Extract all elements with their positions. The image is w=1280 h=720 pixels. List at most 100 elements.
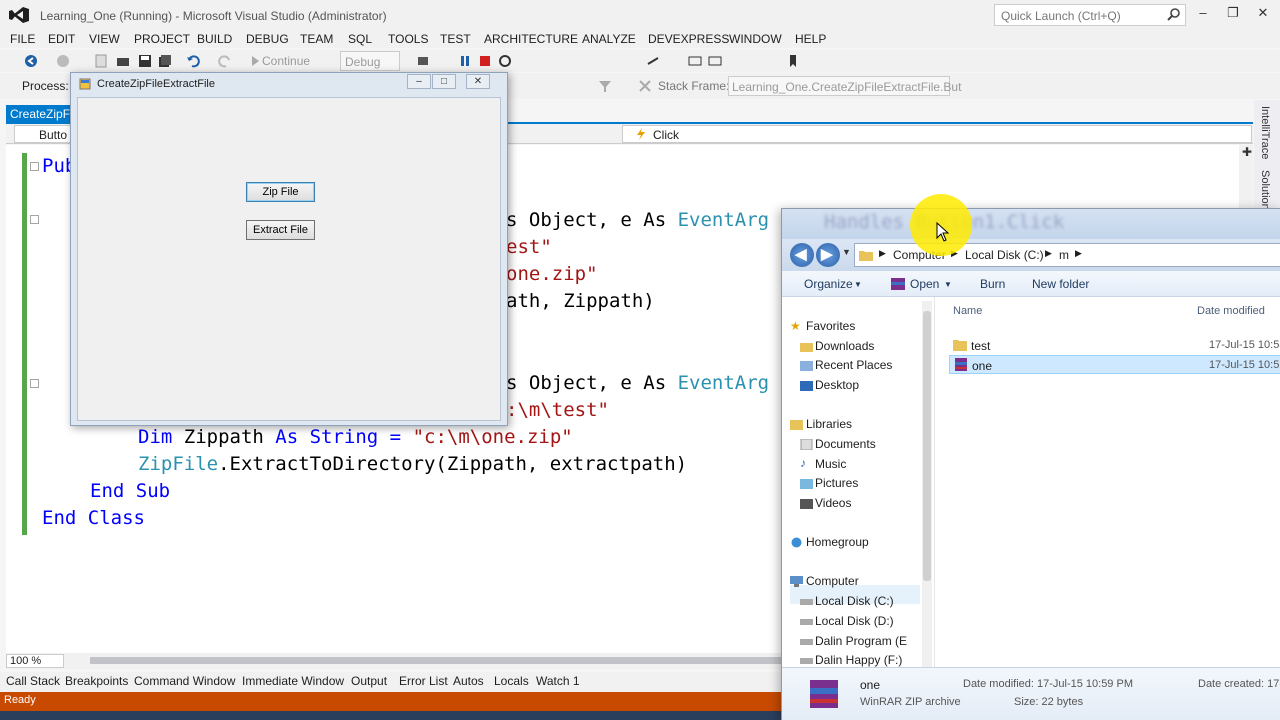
menu-file[interactable]: FILE [10, 32, 35, 46]
outline-collapse-icon[interactable] [30, 379, 39, 388]
tab-watch-1[interactable]: Watch 1 [536, 674, 580, 688]
menu-tools[interactable]: TOOLS [388, 32, 428, 46]
nav-music[interactable]: Music [815, 457, 846, 471]
attach-icon[interactable] [416, 54, 430, 68]
outline-collapse-icon[interactable] [30, 162, 39, 171]
save-icon[interactable] [138, 54, 152, 68]
save-all-icon[interactable] [158, 54, 172, 68]
nav-libraries[interactable]: Libraries [806, 417, 852, 431]
breadcrumb-separator-icon[interactable]: ▶ [879, 248, 886, 259]
break-all-icon[interactable] [458, 54, 472, 68]
file-row-one[interactable]: one 17-Jul-15 10:59 [949, 355, 1280, 374]
explorer-title-bar[interactable]: Handles Button1.Click [782, 209, 1280, 239]
navigate-back-icon[interactable] [24, 54, 38, 68]
redo-icon[interactable] [218, 54, 232, 68]
tab-breakpoints[interactable]: Breakpoints [65, 674, 128, 688]
menu-project[interactable]: PROJECT [134, 32, 190, 46]
solution-configuration-select[interactable]: Debug [340, 51, 400, 71]
menu-devexpress[interactable]: DEVEXPRESS [648, 32, 729, 46]
menu-sql[interactable]: SQL [348, 32, 372, 46]
file-row-test[interactable]: test 17-Jul-15 10:58 [949, 336, 1280, 355]
continue-button[interactable]: Continue [262, 54, 310, 68]
uncomment-icon[interactable] [708, 54, 722, 68]
nav-pictures[interactable]: Pictures [815, 476, 858, 490]
menu-analyze[interactable]: ANALYZE [582, 32, 636, 46]
filter-icon[interactable] [598, 79, 612, 93]
tab-command-window[interactable]: Command Window [134, 674, 235, 688]
menu-edit[interactable]: EDIT [48, 32, 75, 46]
nav-dalin-happy[interactable]: Dalin Happy (F:) [815, 653, 902, 667]
stack-frame-select[interactable]: Learning_One.CreateZipFileExtractFile.Bu… [728, 76, 961, 96]
breadcrumb-separator-icon[interactable]: ▶ [1045, 248, 1052, 259]
breadcrumb-folder-m[interactable]: m [1059, 248, 1069, 262]
undo-icon[interactable] [186, 54, 200, 68]
nav-local-disk-d[interactable]: Local Disk (D:) [815, 614, 894, 628]
breadcrumb-separator-icon[interactable]: ▶ [1075, 248, 1082, 259]
zip-file-button[interactable]: Zip File [246, 182, 315, 202]
stop-debugging-icon[interactable] [478, 54, 492, 68]
nav-local-disk-c[interactable]: Local Disk (C:) [815, 594, 894, 608]
menu-view[interactable]: VIEW [89, 32, 120, 46]
menu-window[interactable]: WINDOW [729, 32, 782, 46]
new-folder-button[interactable]: New folder [1032, 277, 1089, 291]
menu-build[interactable]: BUILD [197, 32, 232, 46]
chevron-down-icon[interactable]: ▼ [854, 280, 862, 289]
comment-icon[interactable] [688, 54, 702, 68]
extract-file-button[interactable]: Extract File [246, 220, 315, 240]
bookmark-icon[interactable] [786, 54, 800, 68]
tab-immediate-window[interactable]: Immediate Window [242, 674, 344, 688]
nav-downloads[interactable]: Downloads [815, 339, 874, 353]
new-project-icon[interactable] [94, 54, 108, 68]
quick-launch-input[interactable]: Quick Launch (Ctrl+Q) [994, 4, 1186, 26]
close-icon[interactable]: ✕ [1252, 4, 1274, 22]
zoom-select[interactable]: 100 % [6, 654, 64, 668]
menu-help[interactable]: HELP [795, 32, 826, 46]
side-tab-intellitrace[interactable]: IntelliTrace [1259, 106, 1271, 159]
menu-test[interactable]: TEST [440, 32, 471, 46]
close-icon[interactable]: ✕ [466, 74, 490, 89]
menu-debug[interactable]: DEBUG [246, 32, 289, 46]
menu-architecture[interactable]: ARCHITECTURE [484, 32, 578, 46]
nav-dalin-program[interactable]: Dalin Program (E [815, 634, 907, 648]
open-file-icon[interactable] [116, 54, 130, 68]
tab-locals[interactable]: Locals [494, 674, 529, 688]
maximize-icon[interactable]: □ [432, 74, 456, 89]
nav-recent-places[interactable]: Recent Places [815, 358, 892, 372]
outline-collapse-icon[interactable] [30, 215, 39, 224]
document-tab[interactable]: CreateZipFil [6, 105, 78, 122]
navigate-forward-icon[interactable] [56, 54, 70, 68]
recent-pages-icon[interactable]: ▼ [842, 247, 851, 257]
side-tab-solution[interactable]: Solution [1259, 170, 1271, 210]
libraries-icon [790, 420, 803, 430]
nav-homegroup[interactable]: Homegroup [806, 535, 869, 549]
organize-button[interactable]: Organize [804, 277, 853, 291]
nav-favorites[interactable]: Favorites [806, 319, 855, 333]
open-button[interactable]: Open [910, 277, 939, 291]
column-header-date-modified[interactable]: Date modified [1197, 305, 1265, 317]
nav-desktop[interactable]: Desktop [815, 378, 859, 392]
method-combo[interactable]: Click [622, 125, 1252, 143]
restore-icon[interactable]: ❐ [1222, 4, 1244, 22]
chevron-down-icon[interactable]: ▼ [944, 280, 952, 289]
tab-call-stack[interactable]: Call Stack [6, 674, 60, 688]
nav-computer[interactable]: Computer [806, 574, 859, 588]
tab-autos[interactable]: Autos [453, 674, 484, 688]
step-into-icon[interactable] [646, 54, 660, 68]
continue-icon[interactable] [248, 54, 262, 68]
tab-error-list[interactable]: Error List [399, 674, 448, 688]
scrollbar-thumb[interactable] [923, 311, 931, 581]
back-arrow-icon[interactable]: ◀ [790, 243, 814, 267]
nav-documents[interactable]: Documents [815, 437, 876, 451]
nav-scrollbar[interactable] [922, 301, 932, 667]
forward-arrow-icon[interactable]: ▶ [816, 243, 840, 267]
split-icon[interactable]: ✚ [1242, 145, 1252, 159]
column-header-name[interactable]: Name [953, 305, 982, 317]
nav-videos[interactable]: Videos [815, 496, 851, 510]
breadcrumb-local-disk[interactable]: Local Disk (C:) [965, 248, 1044, 262]
minimize-icon[interactable]: – [1192, 4, 1214, 22]
burn-button[interactable]: Burn [980, 277, 1005, 291]
restart-icon[interactable] [498, 54, 512, 68]
minimize-icon[interactable]: – [407, 74, 431, 89]
menu-team[interactable]: TEAM [300, 32, 333, 46]
tab-output[interactable]: Output [351, 674, 387, 688]
